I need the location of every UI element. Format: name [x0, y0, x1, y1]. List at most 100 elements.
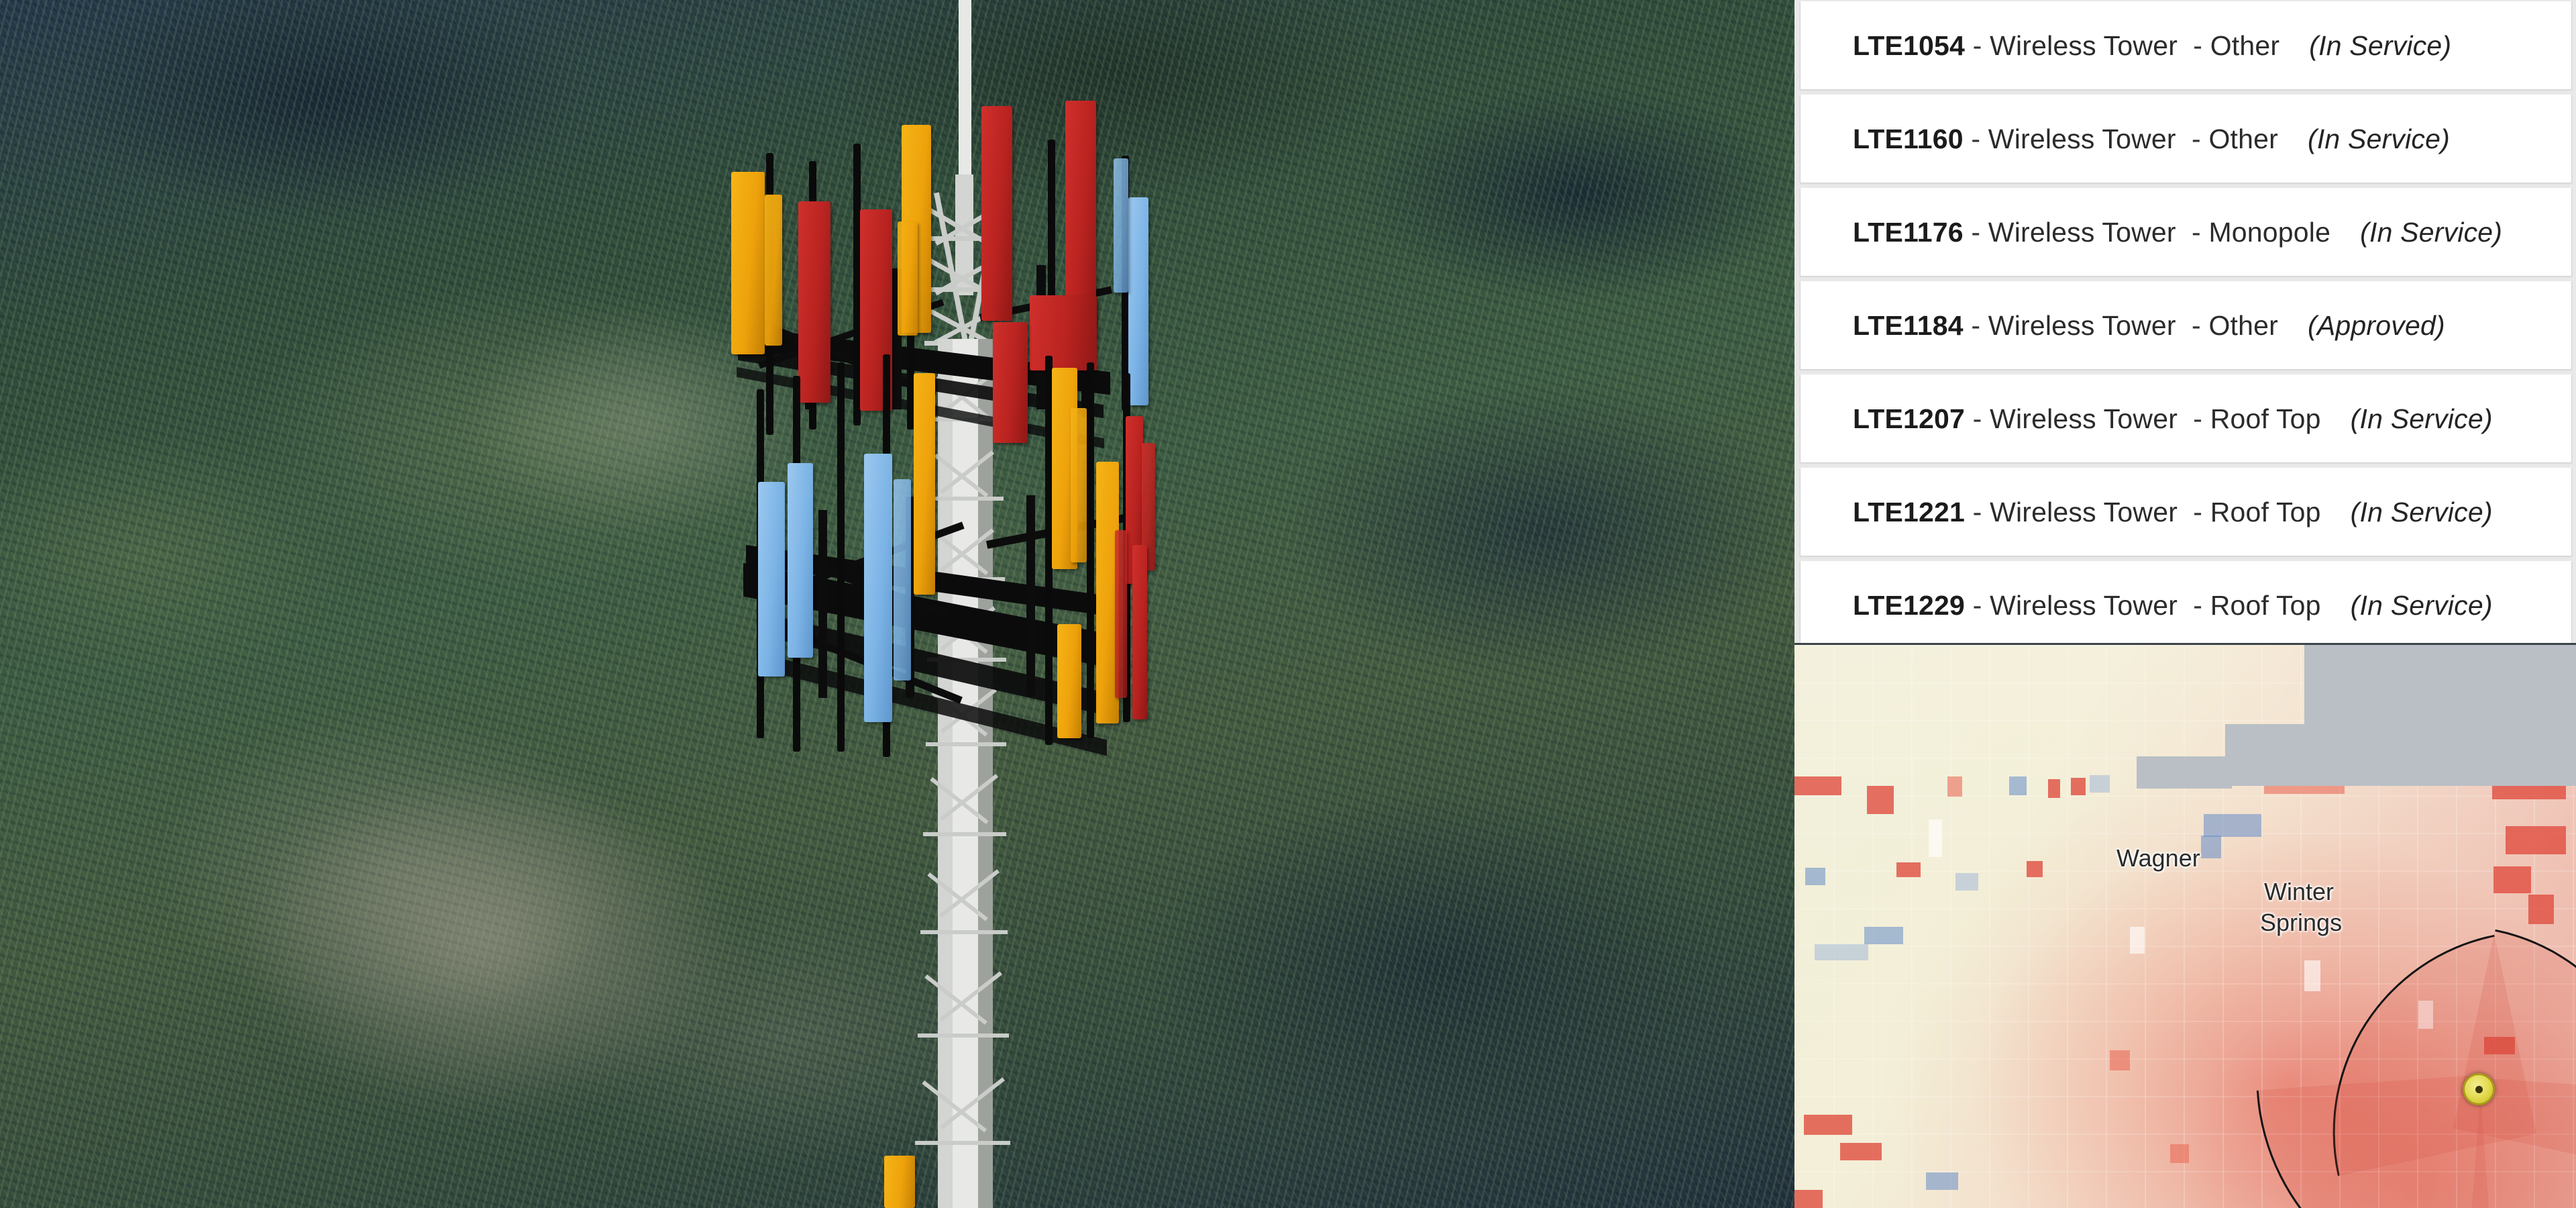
site-row-text: LTE1221 - Wireless Tower - Roof Top (In S…	[1801, 497, 2493, 528]
heat-cell-light	[1929, 819, 1942, 857]
site-separator: -	[2178, 589, 2210, 621]
antenna-panel-blue[interactable]	[758, 482, 785, 676]
heat-cell	[1867, 786, 1894, 814]
antenna-panel-blue[interactable]	[894, 479, 911, 681]
antenna-mount-pole	[1087, 362, 1094, 738]
tower-lattice-horizontal	[915, 1141, 1010, 1145]
heat-cell-water	[1955, 873, 1978, 891]
site-type: Wireless Tower	[1990, 589, 2178, 621]
antenna-panel-yellow[interactable]	[765, 195, 782, 346]
antenna-panel-red[interactable]	[993, 322, 1028, 443]
site-type: Wireless Tower	[1988, 123, 2176, 154]
heat-cell-light	[2130, 927, 2145, 954]
site-row-text: LTE1160 - Wireless Tower - Other (In Serv…	[1801, 123, 2450, 155]
site-list-row[interactable]: LTE1176 - Wireless Tower - Monopole (In S…	[1800, 188, 2572, 276]
site-list-row[interactable]: LTE1160 - Wireless Tower - Other (In Serv…	[1800, 95, 2572, 183]
site-id: LTE1160	[1853, 123, 1964, 154]
coverage-map-panel[interactable]: Wagner Winter Springs	[1794, 643, 2576, 1208]
site-type: Wireless Tower	[1988, 309, 2176, 341]
site-type: Wireless Tower	[1990, 403, 2178, 434]
lower-platform-post	[818, 510, 827, 698]
site-separator: -	[1963, 216, 1988, 248]
heat-cell-water	[2009, 776, 2027, 795]
site-separator: -	[2176, 123, 2209, 154]
heat-cell-water	[1926, 1172, 1958, 1190]
heat-cell	[1794, 776, 1841, 795]
site-structure: Roof Top	[2210, 496, 2321, 527]
antenna-panel-blue[interactable]	[864, 454, 892, 722]
selected-site-marker[interactable]	[2463, 1073, 2495, 1105]
site-structure: Other	[2210, 30, 2280, 61]
tower-lattice-horizontal	[918, 1034, 1009, 1038]
site-row-text: LTE1176 - Wireless Tower - Monopole (In S…	[1801, 217, 2502, 248]
antenna-panel-yellow[interactable]	[898, 221, 918, 336]
site-row-text: LTE1207 - Wireless Tower - Roof Top (In S…	[1801, 403, 2493, 435]
site-separator: -	[2178, 496, 2210, 527]
tower-lattice-horizontal	[923, 832, 1006, 836]
heat-cell	[2048, 779, 2060, 798]
right-panel: LTE1054 - Wireless Tower - Other (In Serv…	[1794, 0, 2576, 1208]
antenna-panel-yellow[interactable]	[914, 373, 935, 595]
heat-cell-water	[2204, 814, 2261, 837]
wireless-tower-3d-model[interactable]	[0, 0, 1794, 1208]
no-data-region	[2137, 645, 2576, 789]
tower-top-whip	[959, 0, 971, 188]
heat-cell-water	[2090, 775, 2110, 793]
heat-cell	[1947, 776, 1962, 797]
site-type: Wireless Tower	[1990, 30, 2178, 61]
antenna-panel-yellow[interactable]	[1071, 408, 1087, 562]
base-equipment-cabinet[interactable]	[884, 1156, 915, 1208]
antenna-panel-blue[interactable]	[1128, 197, 1148, 405]
site-list-row[interactable]: LTE1221 - Wireless Tower - Roof Top (In S…	[1800, 468, 2572, 556]
site-separator: -	[1963, 123, 1988, 154]
sector-lobe-southwest[interactable]	[2256, 1074, 2496, 1208]
tower-lattice-horizontal	[930, 497, 1004, 501]
map-label-winter: Winter	[2264, 878, 2334, 905]
heat-cell-light	[2304, 960, 2320, 991]
site-type: Wireless Tower	[1990, 496, 2178, 527]
site-structure: Monopole	[2208, 216, 2331, 248]
antenna-panel-blue[interactable]	[788, 463, 813, 658]
site-list-panel[interactable]: LTE1054 - Wireless Tower - Other (In Serv…	[1794, 0, 2576, 643]
antenna-panel-red[interactable]	[1132, 545, 1147, 719]
site-status: (In Service)	[2360, 216, 2503, 248]
site-separator: -	[1965, 589, 1990, 621]
tower-lattice-horizontal	[920, 930, 1008, 934]
heat-cell	[1840, 1143, 1882, 1160]
site-list-row[interactable]: LTE1229 - Wireless Tower - Roof Top (In S…	[1800, 561, 2572, 643]
heat-cell-water	[1805, 868, 1825, 885]
antenna-panel-red[interactable]	[798, 201, 830, 403]
site-separator: -	[2178, 30, 2210, 61]
tower-leg-right	[978, 339, 993, 1208]
site-status: (In Service)	[2350, 589, 2493, 621]
site-separator: -	[1965, 403, 1990, 434]
site-list-row[interactable]: LTE1184 - Wireless Tower - Other (Approve…	[1800, 281, 2572, 370]
antenna-panel-red[interactable]	[1030, 295, 1097, 370]
antenna-panel-yellow[interactable]	[1057, 624, 1081, 738]
site-id: LTE1176	[1853, 216, 1964, 248]
site-id: LTE1054	[1853, 30, 1966, 61]
heat-cell	[2110, 1050, 2130, 1070]
site-structure: Roof Top	[2210, 589, 2321, 621]
heat-cell	[2493, 866, 2531, 893]
antenna-panel-red[interactable]	[981, 106, 1012, 321]
antenna-panel-blue[interactable]	[1114, 158, 1128, 293]
heat-cell	[1896, 862, 1921, 877]
lower-platform-post	[1026, 495, 1035, 697]
site-structure: Other	[2208, 123, 2278, 154]
antenna-mount-pole	[837, 362, 845, 752]
site-structure: Roof Top	[2210, 403, 2321, 434]
heat-cell	[1794, 1190, 1823, 1208]
site-type: Wireless Tower	[1988, 216, 2176, 248]
site-list-row[interactable]: LTE1207 - Wireless Tower - Roof Top (In S…	[1800, 374, 2572, 463]
antenna-panel-red[interactable]	[1115, 530, 1127, 698]
site-separator: -	[2176, 309, 2209, 341]
tower-lattice-horizontal	[926, 742, 1006, 746]
site-list-row[interactable]: LTE1054 - Wireless Tower - Other (In Serv…	[1800, 1, 2572, 90]
heat-cell-water	[1815, 944, 1868, 960]
tower-3d-viewport[interactable]	[0, 0, 1794, 1208]
map-label-springs: Springs	[2260, 909, 2343, 936]
antenna-panel-yellow[interactable]	[731, 172, 765, 354]
heat-cell	[2170, 1144, 2189, 1163]
site-id: LTE1221	[1853, 496, 1966, 527]
